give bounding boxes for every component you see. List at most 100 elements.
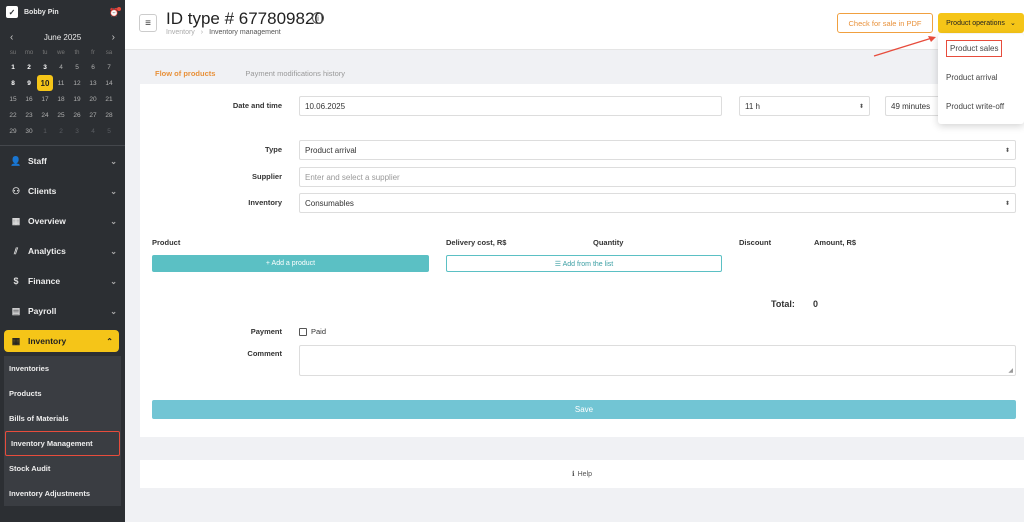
next-month-icon[interactable]: › — [112, 32, 115, 43]
sidebar-item-label: Analytics — [28, 246, 66, 256]
calendar-day[interactable]: 8 — [5, 75, 21, 91]
hour-select[interactable]: 11 h ⬍ — [739, 96, 870, 116]
type-label: Type — [265, 145, 282, 154]
calendar-day[interactable]: 29 — [5, 123, 21, 139]
add-product-button[interactable]: + Add a product — [152, 255, 429, 272]
sidebar-item-inventory[interactable]: ▦ Inventory ⌃ — [4, 330, 119, 352]
calendar-day[interactable]: 1 — [5, 59, 21, 75]
sidebar-item-overview[interactable]: ▦ Overview ⌄ — [0, 206, 125, 236]
submenu-item-stock-audit[interactable]: Stock Audit — [4, 456, 121, 481]
submenu-item-bills-of-materials[interactable]: Bills of Materials — [4, 406, 121, 431]
calendar-day[interactable]: 1 — [37, 123, 53, 139]
supplier-placeholder: Enter and select a supplier — [305, 172, 400, 182]
bell-icon[interactable]: ⏰ — [109, 6, 121, 17]
tab-flow-of-products[interactable]: Flow of products — [155, 69, 215, 78]
calendar-weekday: th — [74, 50, 80, 56]
calendar-day[interactable]: 24 — [37, 107, 53, 123]
minute-select[interactable]: 49 minutes — [885, 96, 945, 116]
calendar-day[interactable]: 11 — [53, 75, 69, 91]
menu-toggle-button[interactable]: ≡ — [139, 14, 157, 32]
calendar-day[interactable]: 19 — [69, 91, 85, 107]
calendar-day[interactable]: 28 — [101, 107, 117, 123]
chevron-down-icon: ⌄ — [110, 186, 117, 196]
sidebar-item-label: Clients — [28, 186, 57, 196]
calendar-day[interactable]: 4 — [85, 123, 101, 139]
tab-payment-history[interactable]: Payment modifications history — [245, 69, 345, 78]
chevron-down-icon: ⌄ — [1009, 20, 1016, 27]
menu-item-label: Product sales — [946, 40, 1003, 57]
calendar-day[interactable]: 5 — [101, 123, 117, 139]
resize-handle-icon[interactable]: ◢ — [1008, 367, 1013, 374]
calendar-day[interactable]: 26 — [69, 107, 85, 123]
sidebar-item-clients[interactable]: ⚇ Clients ⌄ — [0, 176, 125, 206]
menu-item-product-write-off[interactable]: Product write-off — [938, 92, 1024, 121]
add-from-list-button[interactable]: ☰ Add from the list — [446, 255, 722, 272]
calendar-header: ‹ June 2025 › — [0, 24, 125, 43]
logo-icon: ✓ — [6, 6, 18, 18]
save-button[interactable]: Save — [152, 400, 1016, 419]
total-value: 0 — [813, 299, 819, 309]
calendar-day[interactable]: 4 — [53, 59, 69, 75]
tabs: Flow of products Payment modifications h… — [155, 69, 345, 78]
calendar-day[interactable]: 14 — [101, 75, 117, 91]
product-flow-form: Date and time 10.06.2025 11 h ⬍ 49 minute… — [140, 84, 1024, 437]
calendar-day[interactable]: 21 — [101, 91, 117, 107]
prev-month-icon[interactable]: ‹ — [10, 32, 13, 43]
breadcrumb-inventory[interactable]: Inventory — [166, 29, 195, 36]
calendar-day[interactable]: 6 — [85, 59, 101, 75]
menu-item-product-sales[interactable]: Product sales — [938, 34, 1024, 63]
submenu-item-inventories[interactable]: Inventories — [4, 356, 121, 381]
person-icon: 👤 — [10, 155, 22, 166]
calendar-weekday: fr — [91, 50, 95, 56]
calendar-day[interactable]: 7 — [101, 59, 117, 75]
inventory-select[interactable]: Consumables ⬍ — [299, 193, 1016, 213]
comment-textarea[interactable]: ◢ — [299, 345, 1016, 376]
product-operations-button[interactable]: Product operations ⌄ — [938, 13, 1024, 33]
submenu-item-inventory-adjustments[interactable]: Inventory Adjustments — [4, 481, 121, 506]
calendar-day-selected[interactable]: 10 — [37, 75, 53, 91]
date-value: 10.06.2025 — [305, 101, 346, 111]
calendar-day[interactable]: 12 — [69, 75, 85, 91]
calendar-day[interactable]: 2 — [21, 59, 37, 75]
calendar-day[interactable]: 15 — [5, 91, 21, 107]
calendar-weekday: sa — [105, 50, 113, 56]
submenu-item-products[interactable]: Products — [4, 381, 121, 406]
calendar-day[interactable]: 17 — [37, 91, 53, 107]
sidebar-item-payroll[interactable]: ▤ Payroll ⌄ — [0, 296, 125, 326]
menu-item-product-arrival[interactable]: Product arrival — [938, 63, 1024, 92]
calendar-day[interactable]: 13 — [85, 75, 101, 91]
grid-icon: ▦ — [11, 215, 21, 226]
calendar-day[interactable]: 18 — [53, 91, 69, 107]
submenu-item-inventory-management[interactable]: Inventory Management — [5, 431, 120, 456]
calendar-day[interactable]: 25 — [53, 107, 69, 123]
product-operations-label: Product operations — [946, 19, 1005, 27]
calendar-day[interactable]: 16 — [21, 91, 37, 107]
calendar-day[interactable]: 23 — [21, 107, 37, 123]
hour-value: 11 h — [745, 101, 760, 111]
inventory-submenu: Inventories Products Bills of Materials Inv… — [4, 356, 121, 506]
calendar-day[interactable]: 2 — [53, 123, 69, 139]
calendar-day[interactable]: 3 — [37, 59, 53, 75]
user-name: Bobby Pin — [24, 8, 59, 16]
date-input[interactable]: 10.06.2025 — [299, 96, 722, 116]
calendar-day[interactable]: 20 — [85, 91, 101, 107]
chevron-down-icon: ⌄ — [110, 156, 117, 166]
inventory-value: Consumables — [305, 198, 354, 208]
help-section[interactable]: ℹ Help — [140, 460, 1024, 488]
type-select[interactable]: Product arrival ⬍ — [299, 140, 1016, 160]
sidebar-item-analytics[interactable]: ⫽ Analytics ⌄ — [0, 236, 125, 266]
paid-checkbox[interactable] — [299, 328, 307, 336]
calendar-day[interactable]: 30 — [21, 123, 37, 139]
calendar-day[interactable]: 5 — [69, 59, 85, 75]
type-value: Product arrival — [305, 145, 357, 155]
info-icon[interactable]: i — [312, 12, 324, 24]
calendar-day[interactable]: 22 — [5, 107, 21, 123]
calendar-day[interactable]: 9 — [21, 75, 37, 91]
sidebar-item-staff[interactable]: 👤 Staff ⌄ — [0, 146, 125, 176]
calendar-day[interactable]: 27 — [85, 107, 101, 123]
calendar-day[interactable]: 3 — [69, 123, 85, 139]
supplier-input[interactable]: Enter and select a supplier — [299, 167, 1016, 187]
sidebar-item-finance[interactable]: $ Finance ⌄ — [0, 266, 125, 296]
annotation-arrow — [873, 36, 936, 57]
check-pdf-button[interactable]: Check for sale in PDF — [837, 13, 933, 33]
